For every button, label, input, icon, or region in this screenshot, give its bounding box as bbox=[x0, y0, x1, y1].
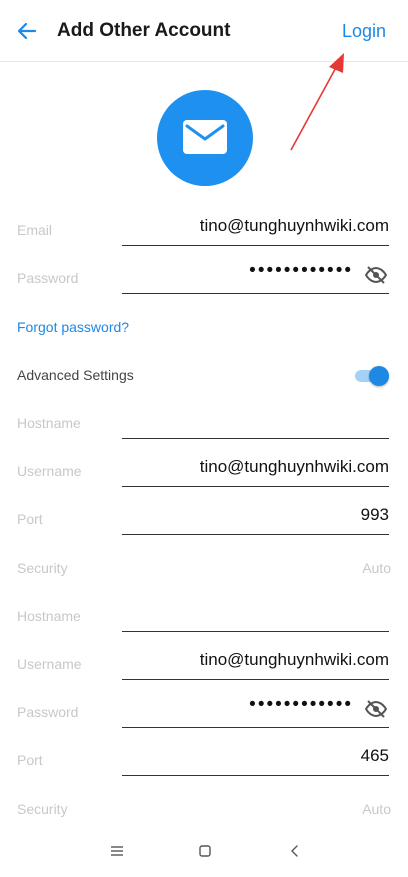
username-label: Username bbox=[17, 463, 82, 479]
password-row: Password •••••••••••• bbox=[0, 258, 408, 306]
email-value: tino@tunghuynhwiki.com bbox=[199, 216, 389, 235]
eye-off-icon[interactable] bbox=[365, 266, 387, 284]
outgoing-port-row: Port 465 bbox=[0, 740, 408, 788]
outgoing-password-field[interactable]: •••••••••••• bbox=[122, 692, 389, 728]
advanced-settings-toggle[interactable] bbox=[355, 366, 389, 386]
eye-off-icon[interactable] bbox=[365, 700, 387, 718]
back-button[interactable] bbox=[14, 18, 40, 44]
outgoing-username-row: Username tino@tunghuynhwiki.com bbox=[0, 644, 408, 692]
outgoing-password-value: •••••••••••• bbox=[249, 694, 353, 715]
password-value: •••••••••••• bbox=[249, 260, 353, 281]
toggle-thumb bbox=[369, 366, 389, 386]
email-label: Email bbox=[17, 222, 53, 238]
outgoing-username-field[interactable]: tino@tunghuynhwiki.com bbox=[122, 644, 389, 680]
incoming-hostname-row: Hostname bbox=[0, 403, 408, 451]
outgoing-port-value: 465 bbox=[360, 746, 389, 765]
page-title: Add Other Account bbox=[57, 20, 231, 41]
arrow-left-icon bbox=[17, 22, 37, 40]
security-label: Security bbox=[17, 560, 68, 576]
advanced-settings-row: Advanced Settings bbox=[0, 355, 408, 403]
outgoing-username-value: tino@tunghuynhwiki.com bbox=[199, 650, 389, 669]
password-label: Password bbox=[17, 270, 79, 286]
mail-icon bbox=[183, 120, 227, 154]
outgoing-port-field[interactable]: 465 bbox=[122, 740, 389, 776]
username-label: Username bbox=[17, 656, 82, 672]
email-row: Email tino@tunghuynhwiki.com bbox=[0, 210, 408, 258]
mail-avatar bbox=[157, 90, 253, 186]
outgoing-security-value[interactable]: Auto bbox=[362, 801, 391, 817]
email-field[interactable]: tino@tunghuynhwiki.com bbox=[122, 210, 389, 246]
incoming-hostname-field[interactable] bbox=[122, 403, 389, 439]
login-button[interactable]: Login bbox=[342, 21, 386, 42]
advanced-settings-label: Advanced Settings bbox=[17, 367, 134, 383]
incoming-port-value: 993 bbox=[360, 505, 389, 524]
incoming-username-row: Username tino@tunghuynhwiki.com bbox=[0, 451, 408, 499]
password-field[interactable]: •••••••••••• bbox=[122, 258, 389, 294]
system-nav-bar bbox=[0, 826, 408, 877]
incoming-security-row[interactable]: Security Auto bbox=[0, 548, 408, 596]
hostname-label: Hostname bbox=[17, 415, 81, 431]
incoming-username-field[interactable]: tino@tunghuynhwiki.com bbox=[122, 451, 389, 487]
annotation-arrow bbox=[290, 53, 344, 151]
hostname-label: Hostname bbox=[17, 608, 81, 624]
incoming-username-value: tino@tunghuynhwiki.com bbox=[199, 457, 389, 476]
forgot-password-link[interactable]: Forgot password? bbox=[17, 319, 129, 335]
incoming-port-field[interactable]: 993 bbox=[122, 499, 389, 535]
outgoing-password-row: Password •••••••••••• bbox=[0, 692, 408, 740]
port-label: Port bbox=[17, 511, 43, 527]
outgoing-hostname-field[interactable] bbox=[122, 596, 389, 632]
security-label: Security bbox=[17, 801, 68, 817]
password-label: Password bbox=[17, 704, 79, 720]
port-label: Port bbox=[17, 752, 43, 768]
menu-icon[interactable] bbox=[110, 842, 124, 860]
outgoing-hostname-row: Hostname bbox=[0, 596, 408, 644]
incoming-security-value[interactable]: Auto bbox=[362, 560, 391, 576]
incoming-port-row: Port 993 bbox=[0, 499, 408, 547]
home-square-icon[interactable] bbox=[198, 842, 212, 860]
back-chevron-icon[interactable] bbox=[288, 842, 302, 860]
